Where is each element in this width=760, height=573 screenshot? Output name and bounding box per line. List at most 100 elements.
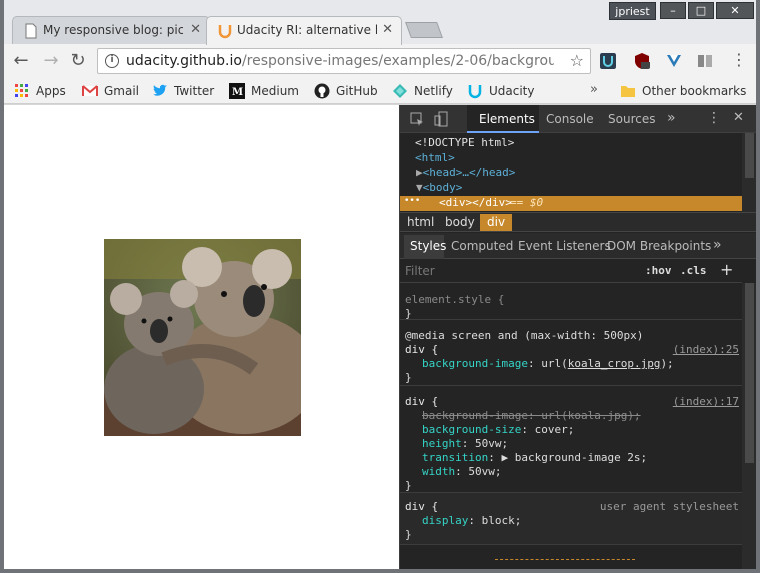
extension-ublock-icon[interactable] <box>634 53 650 69</box>
extension-udacity-icon[interactable] <box>600 53 616 69</box>
close-window-button[interactable]: ✕ <box>716 2 754 19</box>
dom-body[interactable]: ▼<body> <box>416 181 462 194</box>
cls-toggle[interactable]: .cls <box>680 264 707 277</box>
tab-styles[interactable]: Styles <box>410 239 446 253</box>
bookmark-twitter[interactable]: Twitter <box>152 82 214 100</box>
profile-button[interactable]: jpriest <box>609 2 656 20</box>
more-tabs-button[interactable]: » <box>667 110 676 126</box>
rule-selector[interactable]: div { <box>405 395 438 408</box>
udacity-favicon-icon <box>218 25 232 39</box>
page-viewport <box>4 105 399 569</box>
inspect-element-icon[interactable] <box>409 111 425 127</box>
bookmark-label: Apps <box>36 84 66 98</box>
bookmark-apps[interactable]: Apps <box>14 82 66 100</box>
tab-sources[interactable]: Sources <box>608 112 655 126</box>
new-tab-button[interactable] <box>405 22 443 38</box>
crumb-div[interactable]: div <box>480 214 513 231</box>
minimize-button[interactable]: – <box>660 2 686 19</box>
style-property[interactable]: background-size: cover; <box>422 423 574 436</box>
extension-puzzle-icon[interactable] <box>697 53 713 69</box>
tab-dom-breakpoints[interactable]: DOM Breakpoints <box>607 239 711 253</box>
crumb-html[interactable]: html <box>400 214 441 231</box>
extension-vue-icon[interactable] <box>666 53 682 69</box>
rule-source-link[interactable]: (index):25 <box>673 343 739 356</box>
add-rule-icon[interactable]: + <box>720 260 733 279</box>
rule-close: } <box>405 307 412 320</box>
koala-image <box>104 239 301 436</box>
bookmarks-overflow-button[interactable]: » <box>590 82 598 97</box>
crumb-body[interactable]: body <box>438 214 482 231</box>
more-subtabs-button[interactable]: » <box>713 237 722 253</box>
bookmark-medium[interactable]: M Medium <box>229 82 299 100</box>
devtools-tabbar: Elements Console Sources » ⋮ ✕ <box>400 105 757 133</box>
bookmark-netlify[interactable]: Netlify <box>392 82 453 100</box>
page-icon <box>25 23 37 39</box>
rule-close: } <box>405 528 412 541</box>
back-button[interactable]: ← <box>10 50 32 71</box>
dom-head[interactable]: ▶<head>…</head> <box>416 166 515 179</box>
url-path: /responsive-images/examples/2-06/backgro… <box>241 53 554 69</box>
style-property[interactable]: height: 50vw; <box>422 437 508 450</box>
property-name: width <box>422 465 456 478</box>
property-name: background-size <box>422 423 522 436</box>
rule-element-style: element.style { } <box>400 283 742 320</box>
info-icon[interactable]: i <box>105 54 119 68</box>
tab-title: Udacity RI: alternative ba <box>237 23 377 37</box>
styles-scrollbar[interactable] <box>742 283 757 569</box>
bookmark-star-icon[interactable]: ☆ <box>570 51 584 70</box>
hov-toggle[interactable]: :hov <box>645 264 672 277</box>
url-text[interactable]: udacity.github.io/responsive-images/exam… <box>126 53 554 69</box>
bookmark-github[interactable]: GitHub <box>314 82 378 100</box>
scroll-thumb[interactable] <box>745 283 754 463</box>
devtools-menu-icon[interactable]: ⋮ <box>707 110 721 126</box>
style-property[interactable]: width: 50vw; <box>422 465 501 478</box>
style-property[interactable]: background-image: url(koala_crop.jpg); <box>422 357 674 370</box>
bookmark-other[interactable]: Other bookmarks <box>620 82 746 100</box>
dom-body-text: <body> <box>422 181 463 194</box>
filter-input[interactable]: Filter <box>405 264 435 278</box>
dom-scrollbar[interactable] <box>742 133 757 212</box>
maximize-button[interactable]: □ <box>688 2 714 19</box>
tab-responsive-blog[interactable]: My responsive blog: pictu ✕ <box>12 16 210 44</box>
tab-udacity-ri[interactable]: Udacity RI: alternative ba ✕ <box>206 16 402 45</box>
bookmark-label: Other bookmarks <box>642 84 747 98</box>
rule-selector: div { <box>405 500 439 513</box>
style-property[interactable]: transition: ▶ background-image 2s; <box>422 451 647 464</box>
dom-selected-text: <div></div> <box>439 196 512 209</box>
url-link[interactable]: koala_crop.jpg <box>568 357 661 370</box>
bookmark-label: Gmail <box>104 84 140 98</box>
rule-selector[interactable]: element.style { <box>405 293 504 306</box>
ellipsis-icon[interactable]: ••• <box>404 196 420 206</box>
property-value: : url( <box>527 409 568 422</box>
address-bar[interactable]: i udacity.github.io/responsive-images/ex… <box>97 48 591 74</box>
device-toolbar-icon[interactable] <box>434 111 450 127</box>
reload-button[interactable]: ↻ <box>67 50 89 71</box>
rule-selector[interactable]: div { <box>405 343 438 356</box>
chrome-menu-icon[interactable]: ⋮ <box>731 52 747 68</box>
close-icon[interactable]: ✕ <box>382 22 393 37</box>
rule-source-link[interactable]: (index):17 <box>673 395 739 408</box>
scroll-thumb[interactable] <box>745 133 754 178</box>
tab-elements[interactable]: Elements <box>467 105 539 133</box>
svg-text:M: M <box>232 87 243 98</box>
collapse-arrow-icon[interactable]: ▼ <box>416 181 423 194</box>
tab-console[interactable]: Console <box>546 112 594 126</box>
dom-doctype[interactable]: <!DOCTYPE html> <box>415 136 514 149</box>
close-icon[interactable]: ✕ <box>190 22 201 37</box>
devtools-close-icon[interactable]: ✕ <box>733 110 744 125</box>
tab-event-listeners[interactable]: Event Listeners <box>518 239 611 253</box>
expand-arrow-icon[interactable]: ▶ <box>416 166 423 179</box>
property-name: display <box>422 514 469 527</box>
style-property: display: block; <box>422 514 521 527</box>
styles-subtabs: Styles Computed Event Listeners DOM Brea… <box>400 233 757 259</box>
url-link[interactable]: koala.jpg <box>568 409 628 422</box>
tab-computed[interactable]: Computed <box>451 239 513 253</box>
bookmark-gmail[interactable]: Gmail <box>82 82 139 100</box>
property-name: background-image <box>422 357 528 370</box>
style-property-overridden[interactable]: background-image: url(koala.jpg); <box>422 409 641 422</box>
forward-button[interactable]: → <box>40 50 62 71</box>
dom-html[interactable]: <html> <box>415 151 455 164</box>
dom-selected-div[interactable]: ••• <div></div> == $0 <box>400 196 742 211</box>
bookmark-udacity[interactable]: Udacity <box>467 82 535 100</box>
apps-grid-icon <box>15 84 28 97</box>
